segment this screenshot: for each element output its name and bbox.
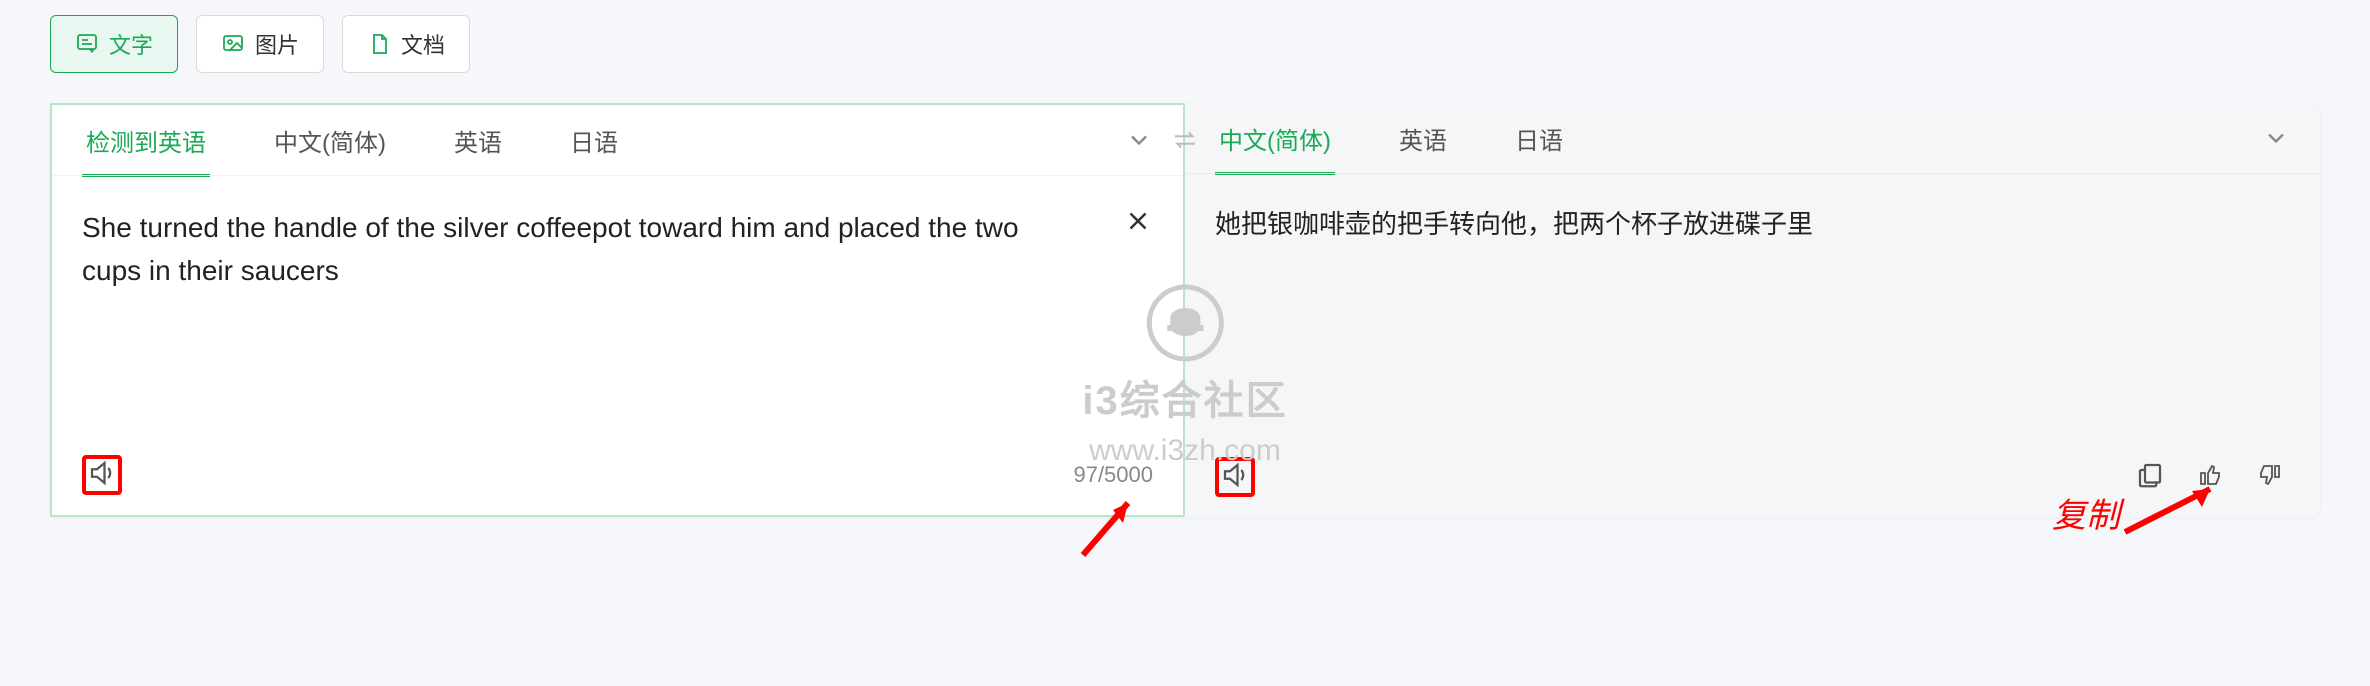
- source-side: 检测到英语 中文(简体) 英语 日语 She turned the handle…: [50, 103, 1185, 517]
- image-icon: [221, 32, 245, 56]
- target-language-tabs: 中文(简体) 英语 日语: [1185, 103, 2320, 173]
- translation-panel: 检测到英语 中文(简体) 英语 日语 She turned the handle…: [50, 103, 2320, 517]
- tab-target-en[interactable]: 英语: [1395, 103, 1451, 174]
- speaker-icon: [1220, 460, 1250, 495]
- mode-image-button[interactable]: 图片: [196, 15, 324, 73]
- tab-target-ja[interactable]: 日语: [1511, 103, 1567, 174]
- tab-source-ja[interactable]: 日语: [566, 105, 622, 176]
- speaker-icon: [87, 458, 117, 493]
- tab-detected[interactable]: 检测到英语: [82, 105, 210, 176]
- source-more-languages[interactable]: [1125, 126, 1153, 154]
- document-icon: [367, 32, 391, 56]
- target-text-output: 她把银咖啡壶的把手转向他，把两个杯子放进碟子里: [1215, 204, 2290, 246]
- thumbs-up-button[interactable]: [2190, 457, 2230, 497]
- mode-text-button[interactable]: 文字: [50, 15, 178, 73]
- mode-text-label: 文字: [109, 28, 153, 60]
- source-speaker-button[interactable]: [82, 455, 122, 495]
- source-text-input[interactable]: She turned the handle of the silver coff…: [82, 206, 1024, 386]
- text-icon: [75, 32, 99, 56]
- thumbs-down-icon: [2258, 463, 2282, 492]
- source-footer: 97/5000: [52, 455, 1183, 515]
- annotation-copy-label: 复制: [2052, 488, 2120, 537]
- target-side: 中文(简体) 英语 日语 她把银咖啡壶的把手转向他，把两个杯子放进碟子里: [1185, 103, 2320, 517]
- thumbs-up-icon: [2198, 463, 2222, 492]
- mode-document-label: 文档: [401, 28, 445, 60]
- target-footer: [1185, 457, 2320, 517]
- thumbs-down-button[interactable]: [2250, 457, 2290, 497]
- target-more-languages[interactable]: [2262, 124, 2290, 152]
- tab-source-zh[interactable]: 中文(简体): [270, 105, 390, 176]
- mode-document-button[interactable]: 文档: [342, 15, 470, 73]
- mode-image-label: 图片: [255, 28, 299, 60]
- copy-button[interactable]: [2130, 457, 2170, 497]
- mode-buttons: 文字 图片 文档: [50, 15, 2320, 73]
- source-language-tabs: 检测到英语 中文(简体) 英语 日语: [52, 105, 1183, 175]
- tab-source-en[interactable]: 英语: [450, 105, 506, 176]
- char-counter: 97/5000: [1073, 462, 1153, 488]
- clear-source-button[interactable]: [1123, 206, 1153, 241]
- swap-languages-button[interactable]: [1170, 125, 1200, 160]
- tab-target-zh[interactable]: 中文(简体): [1215, 103, 1335, 174]
- copy-icon: [2135, 460, 2165, 495]
- target-speaker-button[interactable]: [1215, 457, 1255, 497]
